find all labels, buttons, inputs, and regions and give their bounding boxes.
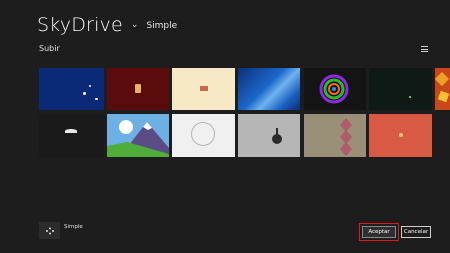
view-label[interactable]: Simple [146, 21, 177, 31]
gamepad-icon [45, 227, 54, 234]
box-icon [200, 86, 208, 91]
thumbnail-coral-flower[interactable] [369, 114, 432, 157]
thumbnail-blue-waves[interactable] [238, 68, 300, 110]
thumbnail-red-jar[interactable] [107, 68, 169, 110]
list-view-icon[interactable] [421, 46, 428, 52]
leaf-icon [435, 71, 450, 87]
thumbnail-neon-swirl[interactable] [304, 68, 366, 110]
thumbnail-dark-bird[interactable] [39, 114, 104, 157]
accept-highlight: Aceptar [359, 223, 399, 241]
bird-icon [83, 92, 86, 95]
upload-button[interactable]: Subir [39, 44, 60, 53]
sketch-icon [191, 122, 215, 146]
mountain-icon [107, 122, 169, 157]
thumbnail-white-sketch[interactable] [172, 114, 235, 157]
thumbnail-mountain-landscape[interactable] [107, 114, 169, 157]
bird-icon [65, 129, 77, 133]
swirl-icon [319, 74, 349, 104]
thumbnail-diamond-pattern[interactable] [304, 114, 366, 157]
bird-icon [89, 85, 91, 87]
header: SkyDrive ⌄ Simple [37, 14, 177, 36]
avatar[interactable] [39, 222, 60, 239]
thumbnail-autumn-leaves[interactable] [435, 68, 450, 110]
flower-icon [399, 133, 403, 137]
sparkle-icon [409, 96, 411, 98]
jar-icon [135, 84, 141, 93]
thumbnail-cream-box[interactable] [172, 68, 235, 110]
cancel-button[interactable]: Cancelar [401, 226, 431, 238]
thumbnail-grey-figure[interactable] [238, 114, 300, 157]
thumbnail-dark-sparkle[interactable] [369, 68, 432, 110]
app-title[interactable]: SkyDrive [37, 14, 123, 36]
bird-icon [95, 98, 98, 100]
figure-icon [276, 128, 278, 135]
figure-icon [272, 134, 282, 144]
accept-button[interactable]: Aceptar [362, 226, 396, 238]
user-name: Simple [64, 224, 83, 230]
thumbnail-blue-birds[interactable] [39, 68, 104, 110]
leaf-icon [437, 90, 450, 103]
pattern-icon [340, 118, 352, 156]
chevron-down-icon[interactable]: ⌄ [131, 20, 139, 30]
